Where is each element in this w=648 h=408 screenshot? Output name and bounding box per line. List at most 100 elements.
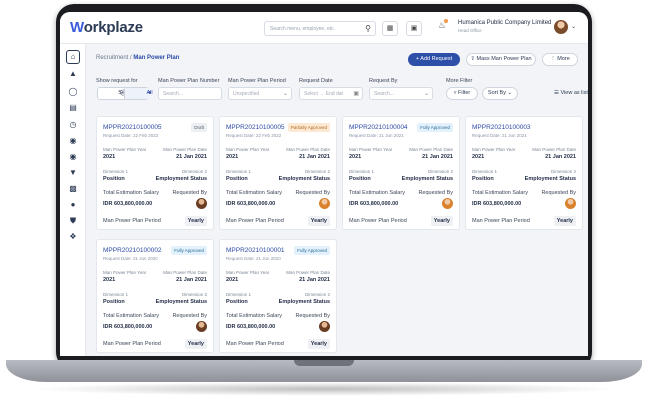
app-logo[interactable]: Workplaze	[70, 19, 143, 36]
dimension2-label: Dimension 2	[304, 292, 330, 297]
laptop-base	[6, 360, 642, 382]
plan-year-value: 2021	[103, 277, 116, 283]
plan-year-value: 2021	[472, 154, 485, 160]
search-input[interactable]: Search menu, employee, etc. ⚲	[264, 21, 376, 36]
org-chart-icon[interactable]: ▲	[66, 68, 80, 80]
request-by-label: Request By	[369, 78, 398, 84]
sort-button[interactable]: Sort By ⌄	[482, 87, 518, 100]
home-icon[interactable]: ⌂	[66, 50, 80, 64]
plan-date-value: 21 Jan 2021	[176, 154, 207, 160]
plan-year-value: 2021	[349, 154, 362, 160]
show-request-label: Show request for	[96, 78, 138, 84]
breadcrumb-root[interactable]: Recruitment	[96, 55, 128, 61]
sidebar: ⌂ ▲ ◯ ▤ ◷ ◉ ◉ ▼ ▩ ● ⛊ ❖	[60, 44, 86, 356]
page-title: Man Power Plan	[133, 55, 180, 61]
dimension2-value: Employment Status	[524, 176, 576, 182]
dimension1-label: Dimension 1	[226, 292, 252, 297]
total-salary-label: Total Estimation Salary	[226, 313, 282, 319]
requester-avatar[interactable]	[196, 198, 207, 209]
dimension2-value: Employment Status	[278, 299, 330, 305]
salary-value: IDR 603,800,000.00	[103, 201, 153, 207]
status-badge: Draft	[191, 123, 207, 132]
grid-menu-button[interactable]: ▦	[382, 21, 398, 36]
all-option[interactable]: ● All	[124, 88, 153, 99]
self-option[interactable]: ◯ Self	[98, 88, 127, 99]
plan-card[interactable]: MPPR20210100003 Request Date: 21 Jun 202…	[465, 116, 583, 230]
request-by-select[interactable]: Search... ⌄	[369, 87, 433, 100]
status-badge: Fully Approved	[294, 246, 330, 255]
requester-avatar[interactable]	[565, 198, 576, 209]
add-request-button[interactable]: + Add Request	[408, 53, 460, 66]
plan-period-badge: Yearly	[184, 216, 207, 226]
plan-period-badge: Yearly	[184, 339, 207, 349]
plan-date-value: 21 Jan 2021	[299, 277, 330, 283]
requester-avatar[interactable]	[319, 198, 330, 209]
salary-value: IDR 603,800,000.00	[226, 201, 276, 207]
notification-button[interactable]: ♨	[438, 19, 448, 31]
shield-icon[interactable]: ⛊	[66, 215, 80, 227]
plan-card[interactable]: MPPR20210100002 Request Date: 21 Jun 202…	[96, 239, 214, 353]
chevron-down-icon[interactable]: ⌄	[571, 23, 576, 30]
plan-card[interactable]: MPPR20210100005 Request Date: 22 Feb 202…	[96, 116, 214, 230]
user-avatar[interactable]	[554, 20, 568, 34]
plan-id-link[interactable]: MPPR20210100005	[226, 124, 285, 131]
plan-id-link[interactable]: MPPR20210100003	[472, 124, 531, 131]
trophy-icon[interactable]: ▼	[66, 167, 80, 179]
plan-card[interactable]: MPPR20210100004 Request Date: 21 Jun 202…	[342, 116, 460, 230]
plan-date-label: Man Power Plan Date	[409, 147, 453, 152]
calendar-button[interactable]: ▣	[406, 21, 422, 36]
plan-period-label: Man Power Plan Period	[226, 218, 284, 224]
plan-id-link[interactable]: MPPR20210100001	[226, 247, 285, 254]
company-sub: Head Office	[458, 28, 482, 33]
plan-card[interactable]: MPPR20210100005 Request Date: 22 Feb 202…	[219, 116, 337, 230]
plan-date-label: Man Power Plan Date	[163, 147, 207, 152]
person-icon[interactable]: ◯	[66, 86, 80, 98]
plan-number-input[interactable]: Search...	[158, 87, 222, 100]
requested-by-label: Requested By	[541, 190, 576, 196]
search-icon: ⚲	[365, 24, 371, 33]
coins-icon[interactable]: ◉	[66, 135, 80, 147]
total-salary-label: Total Estimation Salary	[103, 190, 159, 196]
dimension1-value: Position	[103, 176, 125, 182]
clock-icon[interactable]: ◷	[66, 119, 80, 131]
calendar-icon: ▣	[410, 25, 418, 32]
plan-card[interactable]: MPPR20210100001 Request Date: 21 Jun 202…	[219, 239, 337, 353]
filter-button[interactable]: ▿ Filter	[446, 87, 478, 100]
plan-id-link[interactable]: MPPR20210100004	[349, 124, 408, 131]
chevron-down-icon: ⌄	[282, 91, 288, 97]
dimension1-value: Position	[226, 299, 248, 305]
dimension2-label: Dimension 2	[304, 169, 330, 174]
company-switcher[interactable]: Humanica Public Company Limited Head Off…	[458, 20, 551, 33]
plan-date-label: Man Power Plan Date	[163, 270, 207, 275]
plan-id-link[interactable]: MPPR20210100005	[103, 124, 162, 131]
requester-avatar[interactable]	[319, 321, 330, 332]
plan-period-label: Man Power Plan Period	[103, 341, 161, 347]
plan-year-label: Man Power Plan Year	[349, 147, 393, 152]
briefcase-icon[interactable]: ▤	[66, 102, 80, 114]
view-as-list-button[interactable]: ☰ View as list	[554, 90, 588, 96]
plan-period-select[interactable]: Unspecified ⌄	[228, 87, 292, 100]
money-icon[interactable]: ◉	[66, 151, 80, 163]
request-date-range[interactable]: Select → End dat ▣	[299, 87, 363, 100]
building-icon[interactable]: ▩	[66, 183, 80, 195]
requested-by-label: Requested By	[172, 190, 207, 196]
dimension2-label: Dimension 2	[427, 169, 453, 174]
requested-by-label: Requested By	[295, 313, 330, 319]
requester-avatar[interactable]	[442, 198, 453, 209]
users-icon[interactable]: ●	[66, 199, 80, 211]
request-date-label: Request Date	[299, 78, 333, 84]
app-screen: Workplaze Search menu, employee, etc. ⚲ …	[60, 12, 588, 356]
request-date: Request Date: 22 Feb 2022	[103, 133, 159, 138]
nodes-icon[interactable]: ❖	[66, 231, 80, 243]
mass-plan-button[interactable]: ⇪ Mass Man Power Plan	[466, 53, 536, 66]
requester-avatar[interactable]	[196, 321, 207, 332]
plan-period-badge: Yearly	[430, 216, 453, 226]
calendar-icon: ▣	[353, 91, 359, 97]
plan-id-link[interactable]: MPPR20210100002	[103, 247, 162, 254]
plan-period-badge: Yearly	[307, 216, 330, 226]
more-button[interactable]: ⋮ More	[542, 53, 578, 66]
status-badge: Fully Approved	[171, 246, 207, 255]
status-badge: Fully Approved	[417, 123, 453, 132]
notification-dot	[444, 19, 448, 23]
dimension2-value: Employment Status	[155, 299, 207, 305]
